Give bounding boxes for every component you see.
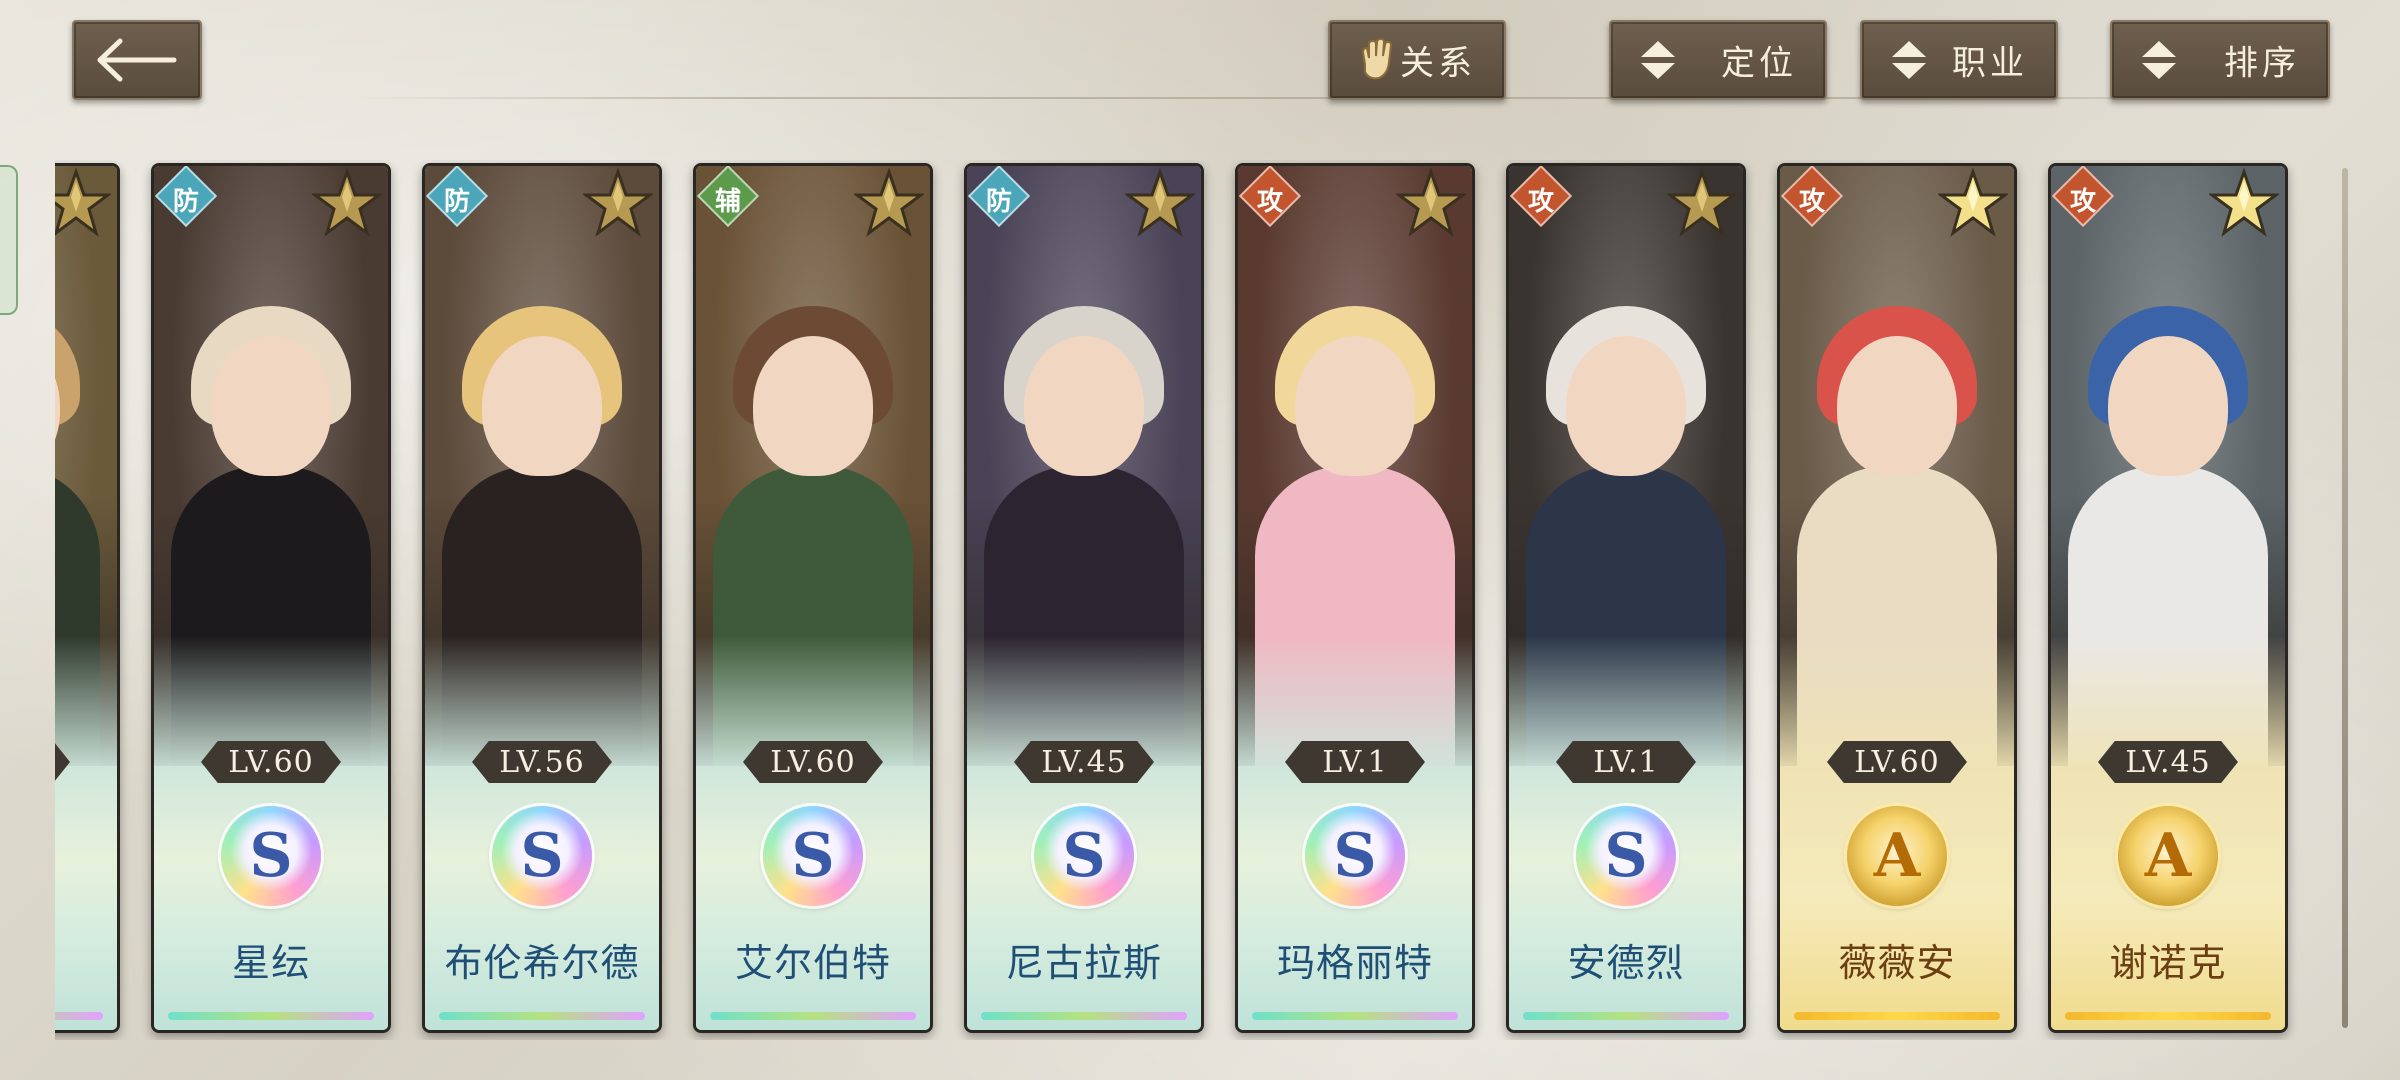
sort-filter-label: 排序 <box>2224 43 2300 84</box>
sort-arrows-icon <box>1884 35 1934 85</box>
rarity-bar <box>981 1012 1187 1020</box>
rarity-bar <box>1252 1012 1458 1020</box>
position-filter-button[interactable]: 定位 <box>1609 20 1827 100</box>
character-card[interactable]: LV.60 S 丝 <box>55 163 120 1033</box>
rank-medal: S <box>221 806 321 906</box>
class-filter-button[interactable]: 职业 <box>1860 20 2058 100</box>
role-label: 攻 <box>1798 186 1825 217</box>
rank-medal: S <box>1305 806 1405 906</box>
character-card[interactable]: 攻 LV.60 A 薇薇安 <box>1777 163 2017 1033</box>
character-name: 星纭 <box>231 941 310 985</box>
sort-filter-button[interactable]: 排序 <box>2110 20 2330 100</box>
rarity-bar <box>168 1012 374 1020</box>
rank-medal: A <box>2118 806 2218 906</box>
role-label: 辅 <box>714 186 741 217</box>
star-icon <box>310 167 384 238</box>
rarity-bar <box>710 1012 916 1020</box>
star-icon <box>852 167 926 238</box>
star-icon <box>55 167 113 238</box>
sort-arrows-icon <box>1633 35 1683 85</box>
star-icon <box>1936 167 2010 238</box>
star-icon <box>581 167 655 238</box>
level-tag: LV.60 <box>201 741 341 783</box>
character-name: 薇薇安 <box>1838 941 1956 985</box>
character-card[interactable]: 攻 LV.1 S 安德烈 <box>1506 163 1746 1033</box>
position-filter-label: 定位 <box>1721 43 1797 84</box>
relation-filter-label: 关系 <box>1400 43 1476 84</box>
class-filter-label: 职业 <box>1952 43 2028 84</box>
rarity-bar <box>1794 1012 2000 1020</box>
character-name: 谢诺克 <box>2109 941 2227 985</box>
level-tag: LV.56 <box>472 741 612 783</box>
level-tag: LV.60 <box>743 741 883 783</box>
hand-icon <box>1352 35 1402 85</box>
side-drawer-handle[interactable] <box>0 165 18 315</box>
role-label: 防 <box>985 186 1012 217</box>
star-icon <box>1123 167 1197 238</box>
character-name: 布伦希尔德 <box>444 941 640 985</box>
star-icon <box>1394 167 1468 238</box>
rarity-bar <box>439 1012 645 1020</box>
back-arrow-icon <box>97 38 177 82</box>
character-card[interactable]: 防 LV.45 S 尼古拉斯 <box>964 163 1204 1033</box>
character-name: 安德烈 <box>1567 941 1685 985</box>
character-name: 玛格丽特 <box>1276 941 1433 985</box>
rarity-bar <box>1523 1012 1729 1020</box>
character-name: 丝 <box>55 932 117 987</box>
list-scroll-end <box>2342 168 2348 1028</box>
role-label: 攻 <box>2069 186 2096 217</box>
level-tag: LV.1 <box>1285 741 1425 783</box>
character-card[interactable]: 攻 LV.1 S 玛格丽特 <box>1235 163 1475 1033</box>
rank-medal: S <box>1576 806 1676 906</box>
character-card[interactable]: 辅 LV.60 S 艾尔伯特 <box>693 163 933 1033</box>
character-name: 尼古拉斯 <box>1005 941 1162 985</box>
back-button[interactable] <box>72 20 202 100</box>
level-tag: LV.60 <box>1827 741 1967 783</box>
rank-medal: S <box>1034 806 1134 906</box>
character-card[interactable]: 防 LV.56 S 布伦希尔德 <box>422 163 662 1033</box>
role-label: 攻 <box>1256 186 1283 217</box>
level-tag: LV.45 <box>1014 741 1154 783</box>
sort-arrows-icon <box>2134 35 2184 85</box>
role-label: 攻 <box>1527 186 1554 217</box>
rarity-bar <box>2065 1012 2271 1020</box>
character-list[interactable]: LV.60 S 丝 防 LV.60 S 星纭 <box>55 160 2340 1040</box>
rank-medal: S <box>763 806 863 906</box>
star-icon <box>1665 167 1739 238</box>
character-card[interactable]: 攻 LV.45 A 谢诺克 <box>2048 163 2288 1033</box>
role-label: 防 <box>443 186 470 217</box>
rarity-bar <box>55 1012 103 1020</box>
star-icon <box>2207 167 2281 238</box>
rank-medal: A <box>1847 806 1947 906</box>
role-label: 防 <box>172 186 199 217</box>
rank-medal: S <box>492 806 592 906</box>
character-card[interactable]: 防 LV.60 S 星纭 <box>151 163 391 1033</box>
level-tag: LV.1 <box>1556 741 1696 783</box>
character-name: 艾尔伯特 <box>734 941 891 985</box>
level-tag: LV.45 <box>2098 741 2238 783</box>
relation-filter-button[interactable]: 关系 <box>1328 20 1506 100</box>
